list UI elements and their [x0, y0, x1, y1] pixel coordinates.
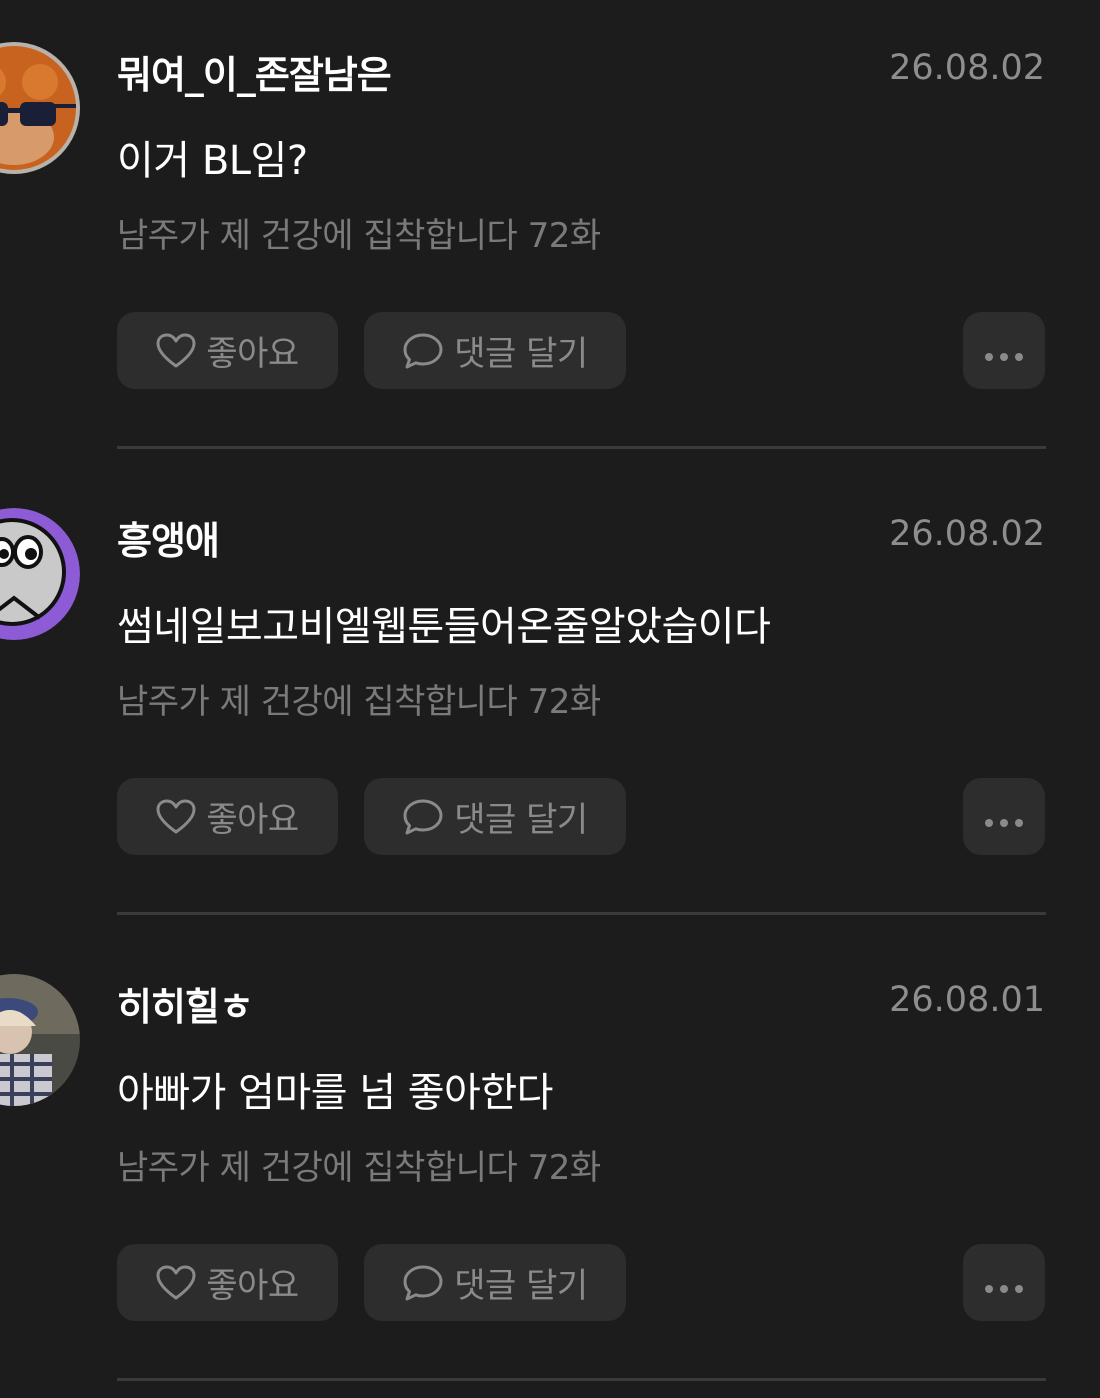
username[interactable]: 히히힐ㅎ	[117, 976, 254, 1031]
cartoon-face-avatar-icon	[0, 508, 80, 640]
comment-item: 뭐여_이_존잘남은 26.08.02 이거 BL임? 남주가 제 건강에 집착합…	[0, 0, 1100, 466]
person-photo-avatar-icon	[0, 974, 80, 1106]
like-button[interactable]: 좋아요	[117, 778, 338, 855]
ellipsis-icon	[984, 1263, 1024, 1303]
like-label: 좋아요	[206, 800, 299, 840]
comment-item: 히히힐ㅎ 26.08.01 아빠가 엄마를 넘 좋아한다 남주가 제 건강에 집…	[0, 932, 1100, 1398]
avatar[interactable]	[0, 42, 80, 174]
more-options-button[interactable]	[963, 778, 1045, 855]
like-button[interactable]: 좋아요	[117, 312, 338, 389]
speech-bubble-icon	[402, 332, 444, 370]
comment-text: 썸네일보고비엘웹툰들어온줄알았습이다	[117, 604, 771, 650]
episode-link[interactable]: 남주가 제 건강에 집착합니다 72화	[117, 674, 601, 723]
reply-button[interactable]: 댓글 달기	[364, 1244, 626, 1321]
comment-date: 26.08.02	[889, 514, 1045, 554]
more-options-button[interactable]	[963, 1244, 1045, 1321]
reply-button[interactable]: 댓글 달기	[364, 778, 626, 855]
heart-icon	[156, 333, 196, 369]
like-button[interactable]: 좋아요	[117, 1244, 338, 1321]
divider	[117, 446, 1046, 449]
speech-bubble-icon	[402, 798, 444, 836]
comment-text: 아빠가 엄마를 넘 좋아한다	[117, 1070, 553, 1116]
reply-button[interactable]: 댓글 달기	[364, 312, 626, 389]
divider	[117, 1378, 1046, 1381]
heart-icon	[156, 799, 196, 835]
reply-label: 댓글 달기	[454, 1266, 588, 1306]
ellipsis-icon	[984, 331, 1024, 371]
comment-date: 26.08.01	[889, 980, 1045, 1020]
episode-link[interactable]: 남주가 제 건강에 집착합니다 72화	[117, 1140, 601, 1189]
avatar[interactable]	[0, 974, 80, 1106]
comment-item: 흥앵애 26.08.02 썸네일보고비엘웹툰들어온줄알았습이다 남주가 제 건강…	[0, 466, 1100, 932]
like-label: 좋아요	[206, 334, 299, 374]
heart-icon	[156, 1265, 196, 1301]
reply-label: 댓글 달기	[454, 800, 588, 840]
divider	[117, 912, 1046, 915]
username[interactable]: 뭐여_이_존잘남은	[117, 44, 392, 99]
orangutan-sunglasses-avatar-icon	[0, 42, 80, 174]
username[interactable]: 흥앵애	[117, 510, 220, 565]
episode-link[interactable]: 남주가 제 건강에 집착합니다 72화	[117, 208, 601, 257]
speech-bubble-icon	[402, 1264, 444, 1302]
like-label: 좋아요	[206, 1266, 299, 1306]
more-options-button[interactable]	[963, 312, 1045, 389]
reply-label: 댓글 달기	[454, 334, 588, 374]
comment-date: 26.08.02	[889, 48, 1045, 88]
avatar[interactable]	[0, 508, 80, 640]
ellipsis-icon	[984, 797, 1024, 837]
comment-text: 이거 BL임?	[117, 138, 308, 184]
